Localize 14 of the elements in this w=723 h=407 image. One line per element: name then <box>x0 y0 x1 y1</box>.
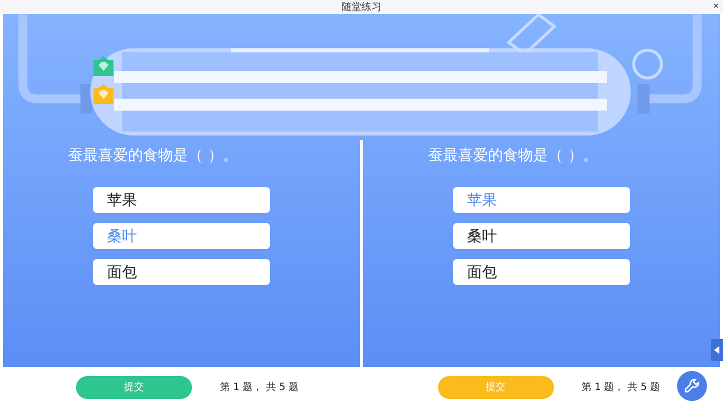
answer-option[interactable]: 面包 <box>93 259 270 285</box>
answer-option[interactable]: 桑叶 <box>453 223 630 249</box>
question-text: 蚕最喜爱的食物是（ ）。 <box>428 146 598 165</box>
window-title: 随堂练习 <box>342 0 382 14</box>
progress-text: 第 1 题， 共 5 题 <box>582 380 660 394</box>
wrench-icon <box>684 378 700 394</box>
answer-option[interactable]: 苹果 <box>93 187 270 213</box>
question-text: 蚕最喜爱的食物是（ ）。 <box>68 146 238 165</box>
side-panel-toggle[interactable] <box>711 339 723 361</box>
close-button[interactable]: × <box>713 0 719 14</box>
tools-button[interactable] <box>677 371 707 401</box>
answer-option[interactable]: 面包 <box>453 259 630 285</box>
arrow-left-icon <box>714 346 720 354</box>
progress-text: 第 1 题， 共 5 题 <box>220 380 299 394</box>
